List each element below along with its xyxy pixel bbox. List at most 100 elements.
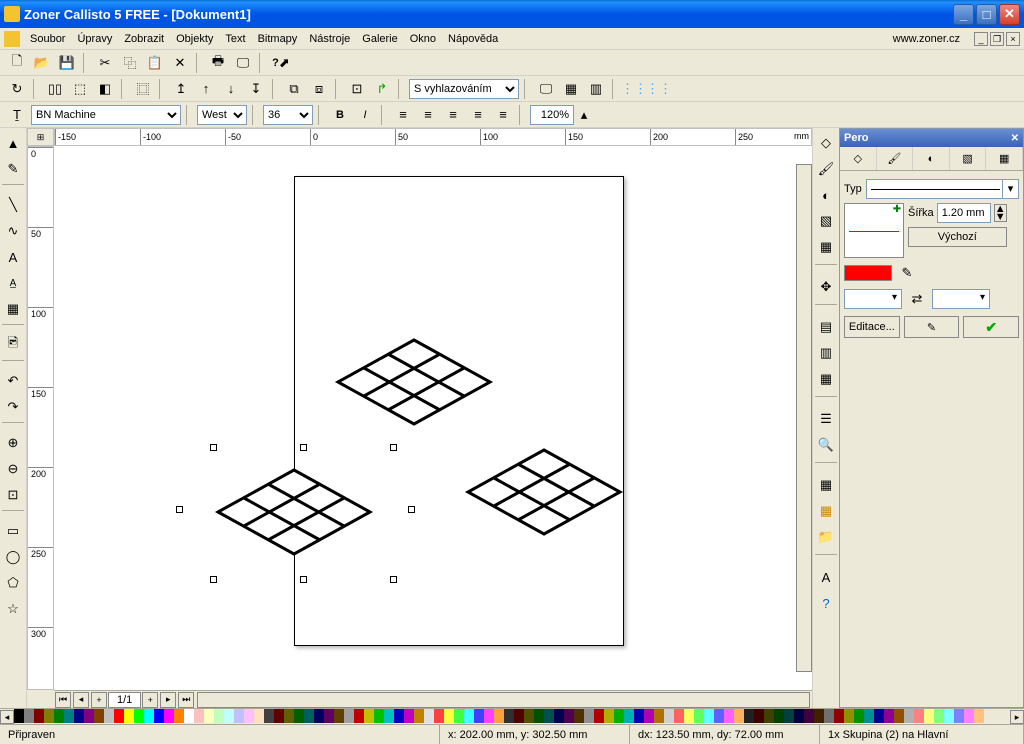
- folder-icon[interactable]: 📁: [814, 525, 838, 549]
- page-add-button[interactable]: +: [91, 692, 107, 708]
- zoom-fit-icon[interactable]: ⊡: [1, 483, 25, 507]
- group-icon[interactable]: ⿴: [132, 78, 154, 100]
- palette-swatch[interactable]: [234, 709, 244, 723]
- palette-swatch[interactable]: [624, 709, 634, 723]
- palette-swatch[interactable]: [934, 709, 944, 723]
- palette-swatch[interactable]: [24, 709, 34, 723]
- zoom-out-icon[interactable]: ⊖: [1, 457, 25, 481]
- palette-swatch[interactable]: [174, 709, 184, 723]
- palette-swatch[interactable]: [324, 709, 334, 723]
- menu-nastroje[interactable]: Nástroje: [303, 31, 356, 47]
- palette-swatch[interactable]: [964, 709, 974, 723]
- palette-swatch[interactable]: [574, 709, 584, 723]
- pen-start-arrow-select[interactable]: [844, 289, 902, 309]
- palette-swatch[interactable]: [744, 709, 754, 723]
- align-right-icon[interactable]: ≡: [442, 104, 464, 126]
- palette-swatch[interactable]: [804, 709, 814, 723]
- minimize-button[interactable]: _: [953, 4, 974, 25]
- palette-swatch[interactable]: [334, 709, 344, 723]
- palette-swatch[interactable]: [534, 709, 544, 723]
- pen-tab-3[interactable]: ◐: [913, 147, 950, 170]
- layers3-icon[interactable]: ▦: [814, 367, 838, 391]
- pen-panel-titlebar[interactable]: Pero ✕: [840, 129, 1023, 147]
- palette-swatch[interactable]: [914, 709, 924, 723]
- cube-face-right[interactable]: [464, 446, 624, 538]
- paste-icon[interactable]: 📋: [144, 52, 166, 74]
- font-picker-icon[interactable]: Ṯ: [6, 104, 28, 126]
- table-tool-icon[interactable]: ▦: [1, 297, 25, 321]
- italic-icon[interactable]: I: [354, 104, 376, 126]
- guides-icon[interactable]: ⋮⋮: [623, 78, 645, 100]
- pen-type-select[interactable]: ▾: [866, 179, 1019, 199]
- pen-edit-button[interactable]: Editace...: [844, 316, 900, 338]
- palette-swatch[interactable]: [14, 709, 24, 723]
- palette-swatch[interactable]: [344, 709, 354, 723]
- palette-swatch[interactable]: [114, 709, 124, 723]
- palette-swatch[interactable]: [554, 709, 564, 723]
- palette-swatch[interactable]: [204, 709, 214, 723]
- palette-swatch[interactable]: [64, 709, 74, 723]
- curve-tool-icon[interactable]: ∿: [1, 219, 25, 243]
- gallery1-icon[interactable]: ▦: [814, 473, 838, 497]
- smoothing-select[interactable]: S vyhlazováním: [409, 79, 519, 99]
- palette-swatch[interactable]: [894, 709, 904, 723]
- view-zoom-icon[interactable]: 🔍: [814, 433, 838, 457]
- size-icon[interactable]: ⬚: [69, 78, 91, 100]
- menu-upravy[interactable]: Úpravy: [71, 31, 118, 47]
- menu-galerie[interactable]: Galerie: [356, 31, 403, 47]
- palette-swatch[interactable]: [844, 709, 854, 723]
- palette-swatch[interactable]: [444, 709, 454, 723]
- close-button[interactable]: ✕: [999, 4, 1020, 25]
- combine-icon[interactable]: ⧉: [283, 78, 305, 100]
- mdi-restore[interactable]: ❐: [990, 32, 1004, 46]
- save-file-icon[interactable]: 💾: [56, 52, 78, 74]
- info-icon[interactable]: ?: [814, 591, 838, 615]
- horizontal-ruler[interactable]: -150 -100 -50 0 50 100 150 200 250 300 m…: [54, 128, 812, 146]
- undo-icon[interactable]: ↶: [1, 369, 25, 393]
- selection-handle[interactable]: [300, 576, 307, 583]
- view-layers-icon[interactable]: ☰: [814, 407, 838, 431]
- palette-swatch[interactable]: [884, 709, 894, 723]
- selection-handle[interactable]: [210, 444, 217, 451]
- pen-width-input[interactable]: [937, 203, 991, 223]
- palette-swatch[interactable]: [664, 709, 674, 723]
- palette-swatch[interactable]: [834, 709, 844, 723]
- pen-end-arrow-select[interactable]: [932, 289, 990, 309]
- menu-text[interactable]: Text: [219, 31, 251, 47]
- selection-handle[interactable]: [176, 506, 183, 513]
- selection-handle[interactable]: [300, 444, 307, 451]
- palette-swatch[interactable]: [544, 709, 554, 723]
- snap-icon[interactable]: ⊡: [346, 78, 368, 100]
- rect-tool-icon[interactable]: ▭: [1, 519, 25, 543]
- delete-icon[interactable]: ✕: [169, 52, 191, 74]
- paragraph-tool-icon[interactable]: A̲: [1, 271, 25, 295]
- page-prev-button[interactable]: ◂: [73, 692, 89, 708]
- palette-swatch[interactable]: [264, 709, 274, 723]
- palette-swatch[interactable]: [854, 709, 864, 723]
- palette-swatch[interactable]: [484, 709, 494, 723]
- zoom-spinner[interactable]: ▴: [577, 104, 591, 126]
- page-first-button[interactable]: ⏮: [55, 692, 71, 708]
- palette-swatch[interactable]: [674, 709, 684, 723]
- palette-swatch[interactable]: [704, 709, 714, 723]
- to-front-icon[interactable]: ↥: [170, 78, 192, 100]
- open-file-icon[interactable]: 📂: [31, 52, 53, 74]
- palette-swatch[interactable]: [654, 709, 664, 723]
- backward-icon[interactable]: ↓: [220, 78, 242, 100]
- print-icon[interactable]: 🖶: [207, 52, 229, 74]
- menu-objekty[interactable]: Objekty: [170, 31, 219, 47]
- forward-icon[interactable]: ↑: [195, 78, 217, 100]
- palette-swatch[interactable]: [724, 709, 734, 723]
- shadow-icon[interactable]: ▧: [814, 209, 838, 233]
- palette-swatch[interactable]: [454, 709, 464, 723]
- palette-swatch[interactable]: [924, 709, 934, 723]
- palette-swatch[interactable]: [524, 709, 534, 723]
- page-add2-button[interactable]: +: [142, 692, 158, 708]
- vertical-ruler[interactable]: 0 50 100 150 200 250 300: [27, 146, 54, 690]
- palette-swatch[interactable]: [974, 709, 984, 723]
- palette-swatch[interactable]: [764, 709, 774, 723]
- palette-swatch[interactable]: [84, 709, 94, 723]
- palette-swatch[interactable]: [564, 709, 574, 723]
- palette-swatch[interactable]: [714, 709, 724, 723]
- layers-icon[interactable]: ▤: [814, 315, 838, 339]
